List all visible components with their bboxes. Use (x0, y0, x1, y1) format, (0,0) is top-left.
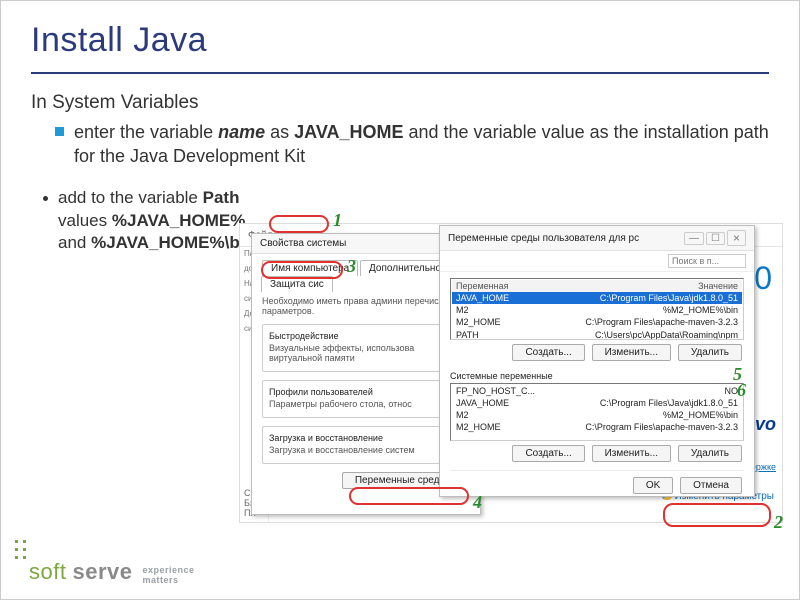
titlebar-close-button[interactable]: × (727, 230, 746, 246)
user-create-button[interactable]: Создать... (512, 344, 584, 361)
annotation-num-6: 6 (737, 381, 746, 399)
table-row: JAVA_HOMEC:\Program Files\Java\jdk1.8.0_… (452, 397, 742, 409)
env-vars-dialog: Переменные среды пользователя для pc — ☐… (439, 225, 755, 497)
envdlg-titlebar: Переменные среды пользователя для pc — ☐… (440, 226, 754, 251)
titlebar-max-button[interactable]: ☐ (706, 232, 725, 245)
bullet-2-text: add to the variable Path values %JAVA_HO… (58, 187, 259, 256)
slide-title: Install Java (1, 1, 799, 60)
brand-part-2: serve (72, 559, 132, 585)
annotation-ring-1 (269, 215, 329, 233)
slide: Install Java In System Variables enter t… (0, 0, 800, 600)
screenshot-composite: Файл Пан дом Нас сис Доп сист s 10 ovo о… (239, 223, 783, 541)
brand-part-1: soft (29, 559, 66, 585)
sys-vars-list[interactable]: FP_NO_HOST_C...NO JAVA_HOMEC:\Program Fi… (450, 383, 744, 441)
sys-delete-button[interactable]: Удалить (678, 445, 742, 462)
annotation-ring-3 (261, 261, 343, 279)
annotation-num-3: 3 (347, 257, 356, 275)
table-row: FP_NO_HOST_C...NO (452, 385, 742, 397)
user-delete-button[interactable]: Удалить (678, 344, 742, 361)
cancel-button[interactable]: Отмена (680, 477, 742, 494)
user-vars-list[interactable]: Переменная Значение JAVA_HOME C:\Program… (450, 278, 744, 340)
annotation-num-2: 2 (774, 513, 783, 531)
table-row: M2%M2_HOME%\bin (452, 304, 742, 316)
bullet-2: add to the variable Path values %JAVA_HO… (39, 187, 259, 256)
brand-tagline: experiencematters (142, 566, 194, 585)
footer-brand: softserve experiencematters (29, 559, 195, 585)
tab-advanced[interactable]: Дополнительно (360, 260, 450, 276)
square-bullet-icon (55, 127, 64, 136)
table-row: M2%M2_HOME%\bin (452, 409, 742, 421)
envdlg-body: Переменная Значение JAVA_HOME C:\Program… (440, 272, 754, 500)
ok-button[interactable]: OK (633, 477, 673, 494)
annotation-ring-2 (663, 503, 771, 527)
search-input[interactable] (668, 254, 746, 268)
annotation-ring-4 (349, 487, 469, 505)
sys-edit-button[interactable]: Изменить... (592, 445, 671, 462)
titlebar-minimize-button[interactable]: — (684, 232, 704, 245)
bullet-1-text: enter the variable name as JAVA_HOME and… (74, 120, 769, 169)
table-row: M2_HOMEC:\Program Files\apache-maven-3.2… (452, 316, 742, 328)
brand-dots-icon (15, 540, 26, 559)
table-row: PATHC:\Users\pc\AppData\Roaming\npm (452, 329, 742, 340)
intro-line: In System Variables (31, 92, 769, 114)
user-edit-button[interactable]: Изменить... (592, 344, 671, 361)
table-row: M2_HOMEC:\Program Files\apache-maven-3.2… (452, 421, 742, 433)
table-row: JAVA_HOME C:\Program Files\Java\jdk1.8.0… (452, 292, 742, 304)
annotation-num-4: 4 (473, 493, 482, 511)
annotation-num-1: 1 (333, 211, 342, 229)
sys-vars-label: Системные переменные (450, 371, 744, 381)
envdlg-title: Переменные среды пользователя для pc (448, 233, 680, 244)
dot-bullet-icon (43, 196, 48, 201)
bullet-1: enter the variable name as JAVA_HOME and… (55, 120, 769, 169)
sys-create-button[interactable]: Создать... (512, 445, 584, 462)
